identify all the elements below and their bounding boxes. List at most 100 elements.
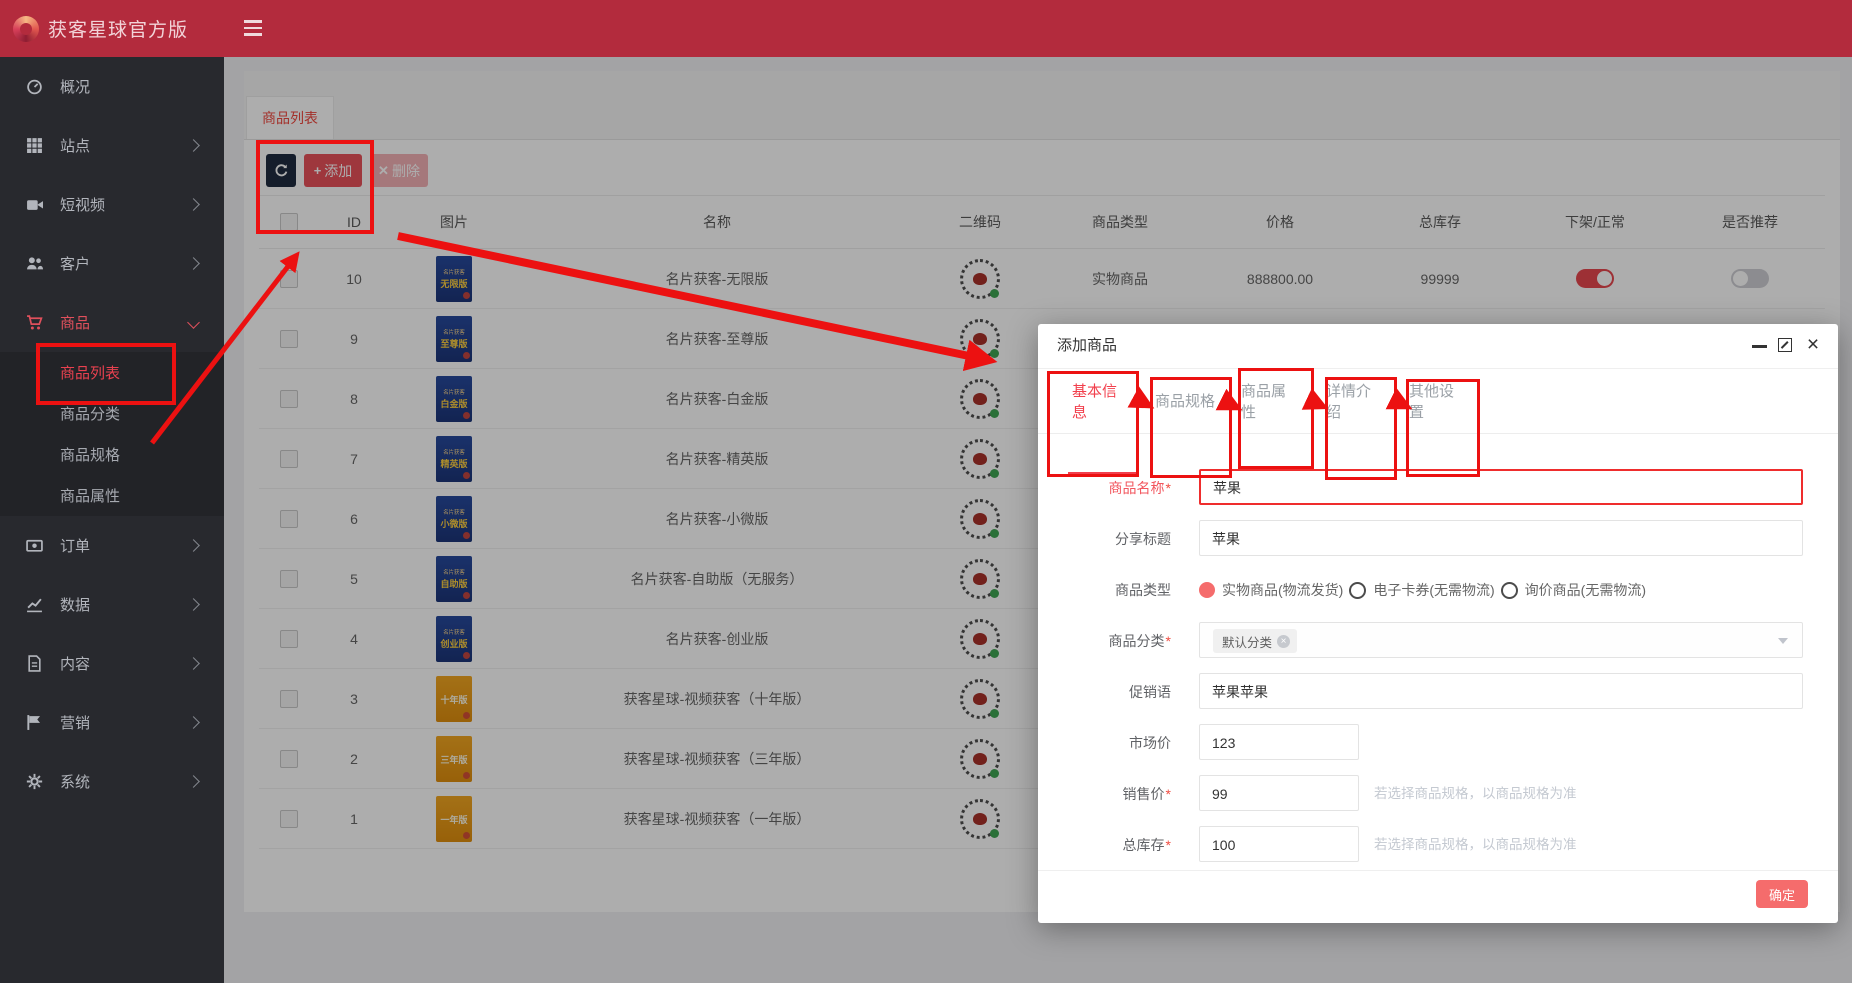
- modal-tab-4[interactable]: 详情介绍: [1326, 368, 1382, 433]
- modal-tab-3[interactable]: 商品属性: [1241, 368, 1297, 433]
- sidebar-item-icon: [26, 596, 43, 613]
- spec-hint: 若选择商品规格，以商品规格为准: [1374, 826, 1577, 864]
- field-label: 商品类型: [1038, 571, 1171, 609]
- field-label: 商品名称*: [1038, 469, 1171, 507]
- category-chip: 默认分类 ×: [1213, 629, 1297, 653]
- field-label: 销售价*: [1038, 775, 1171, 813]
- sidebar-subitem[interactable]: 商品列表: [0, 352, 224, 393]
- sidebar-item-label: 短视频: [60, 194, 105, 215]
- sidebar-item-icon: [26, 714, 43, 731]
- radio-option-label: 电子卡券(无需物流): [1373, 580, 1494, 600]
- brand: 获客星球官方版: [0, 0, 224, 57]
- app-root: 获客星球官方版 概况 站点 短视频 客户 商品 商品列表 商品分类 商品规格 商…: [0, 0, 1852, 983]
- sidebar-item[interactable]: 商品: [0, 293, 224, 352]
- sidebar-item[interactable]: 系统: [0, 752, 224, 811]
- spec-hint: 若选择商品规格，以商品规格为准: [1374, 775, 1577, 813]
- sidebar-item[interactable]: 站点: [0, 116, 224, 175]
- chevron-right-icon: [187, 257, 200, 270]
- sidebar-item[interactable]: 内容: [0, 634, 224, 693]
- radio-option-label: 询价商品(无需物流): [1525, 580, 1646, 600]
- modal-tab-1[interactable]: 基本信息: [1072, 368, 1130, 433]
- minimize-icon[interactable]: [1752, 345, 1767, 348]
- sidebar-subitem-label: 商品分类: [60, 403, 120, 424]
- sidebar-item-label: 商品: [60, 312, 90, 333]
- maximize-icon[interactable]: [1778, 338, 1792, 352]
- confirm-button[interactable]: 确定: [1756, 880, 1808, 908]
- chip-remove-icon[interactable]: ×: [1277, 635, 1290, 648]
- chevron-right-icon: [187, 775, 200, 788]
- field-label: 商品分类*: [1038, 622, 1171, 660]
- sidebar: 概况 站点 短视频 客户 商品 商品列表 商品分类 商品规格 商品属性 订单 数…: [0, 57, 224, 983]
- sidebar-item-icon: [26, 196, 43, 213]
- radio-unselected-icon[interactable]: [1349, 582, 1366, 599]
- sidebar-item-icon: [26, 773, 43, 790]
- sidebar-item[interactable]: 客户: [0, 234, 224, 293]
- modal-tab-5[interactable]: 其他设置: [1409, 368, 1465, 433]
- sale-price-input[interactable]: 99: [1199, 775, 1359, 811]
- required-asterisk: *: [1166, 786, 1171, 802]
- field-label: 市场价: [1038, 724, 1171, 762]
- category-select[interactable]: 默认分类 ×: [1199, 622, 1803, 658]
- product-name-input[interactable]: 苹果: [1199, 469, 1803, 505]
- form-row-stock: 总库存* 100 若选择商品规格，以商品规格为准: [1038, 826, 1838, 864]
- sidebar-subitem-label: 商品属性: [60, 485, 120, 506]
- sidebar-item-icon: [26, 255, 43, 272]
- promo-input[interactable]: 苹果苹果: [1199, 673, 1803, 709]
- add-product-modal: 添加商品 × 基本信息商品规格商品属性详情介绍其他设置 商品名称* 苹果 分享标…: [1038, 324, 1838, 923]
- form-row-category: 商品分类* 默认分类 ×: [1038, 622, 1838, 660]
- sidebar-subitem[interactable]: 商品规格: [0, 434, 224, 475]
- sidebar-item[interactable]: 营销: [0, 693, 224, 752]
- modal-title: 添加商品: [1057, 324, 1117, 368]
- field-label: 总库存*: [1038, 826, 1171, 864]
- form-row-type: 商品类型 实物商品(物流发货) 电子卡券(无需物流) 询价商品(无需物流): [1038, 571, 1838, 609]
- modal-titlebar: 添加商品 ×: [1038, 324, 1838, 369]
- required-asterisk: *: [1166, 480, 1171, 496]
- product-type-radios: 实物商品(物流发货) 电子卡券(无需物流) 询价商品(无需物流): [1199, 571, 1646, 609]
- menu-toggle-icon[interactable]: [244, 16, 264, 40]
- app-title: 获客星球官方版: [48, 15, 188, 42]
- modal-footer: 确定: [1038, 870, 1838, 924]
- chevron-right-icon: [187, 198, 200, 211]
- chevron-down-icon: [1778, 638, 1788, 644]
- radio-unselected-icon[interactable]: [1501, 582, 1518, 599]
- sidebar-item-label: 系统: [60, 771, 90, 792]
- sidebar-item-label: 站点: [60, 135, 90, 156]
- required-asterisk: *: [1166, 837, 1171, 853]
- sidebar-item-label: 数据: [60, 594, 90, 615]
- chevron-right-icon: [187, 716, 200, 729]
- sidebar-item-label: 概况: [60, 76, 90, 97]
- sidebar-subitem-label: 商品列表: [60, 362, 120, 383]
- chevron-right-icon: [187, 139, 200, 152]
- sidebar-item-label: 客户: [60, 253, 90, 274]
- chevron-right-icon: [187, 598, 200, 611]
- app-logo-icon: [13, 16, 39, 42]
- sidebar-item-icon: [26, 137, 43, 154]
- form-row-name: 商品名称* 苹果: [1038, 469, 1838, 507]
- sidebar-item[interactable]: 概况: [0, 57, 224, 116]
- chevron-right-icon: [187, 657, 200, 670]
- stock-input[interactable]: 100: [1199, 826, 1359, 862]
- form-row-share-title: 分享标题 苹果: [1038, 520, 1838, 558]
- radio-option-label: 实物商品(物流发货): [1222, 580, 1343, 600]
- field-label: 促销语: [1038, 673, 1171, 711]
- share-title-input[interactable]: 苹果: [1199, 520, 1803, 556]
- sidebar-item-label: 内容: [60, 653, 90, 674]
- modal-tab-2[interactable]: 商品规格: [1155, 368, 1215, 433]
- market-price-input[interactable]: 123: [1199, 724, 1359, 760]
- chevron-right-icon: [187, 539, 200, 552]
- sidebar-subitem[interactable]: 商品属性: [0, 475, 224, 516]
- close-icon[interactable]: ×: [1803, 332, 1823, 358]
- sidebar-item[interactable]: 数据: [0, 575, 224, 634]
- field-label: 分享标题: [1038, 520, 1171, 558]
- radio-selected-icon[interactable]: [1199, 582, 1215, 598]
- sidebar-item-label: 营销: [60, 712, 90, 733]
- sidebar-item[interactable]: 订单: [0, 516, 224, 575]
- sidebar-subitem[interactable]: 商品分类: [0, 393, 224, 434]
- sidebar-item-icon: [26, 78, 43, 95]
- sidebar-subitem-label: 商品规格: [60, 444, 120, 465]
- sidebar-item-label: 订单: [60, 535, 90, 556]
- sidebar-item-icon: [26, 655, 43, 672]
- sidebar-item[interactable]: 短视频: [0, 175, 224, 234]
- sidebar-item-icon: [26, 537, 43, 554]
- form-row-market-price: 市场价 123: [1038, 724, 1838, 762]
